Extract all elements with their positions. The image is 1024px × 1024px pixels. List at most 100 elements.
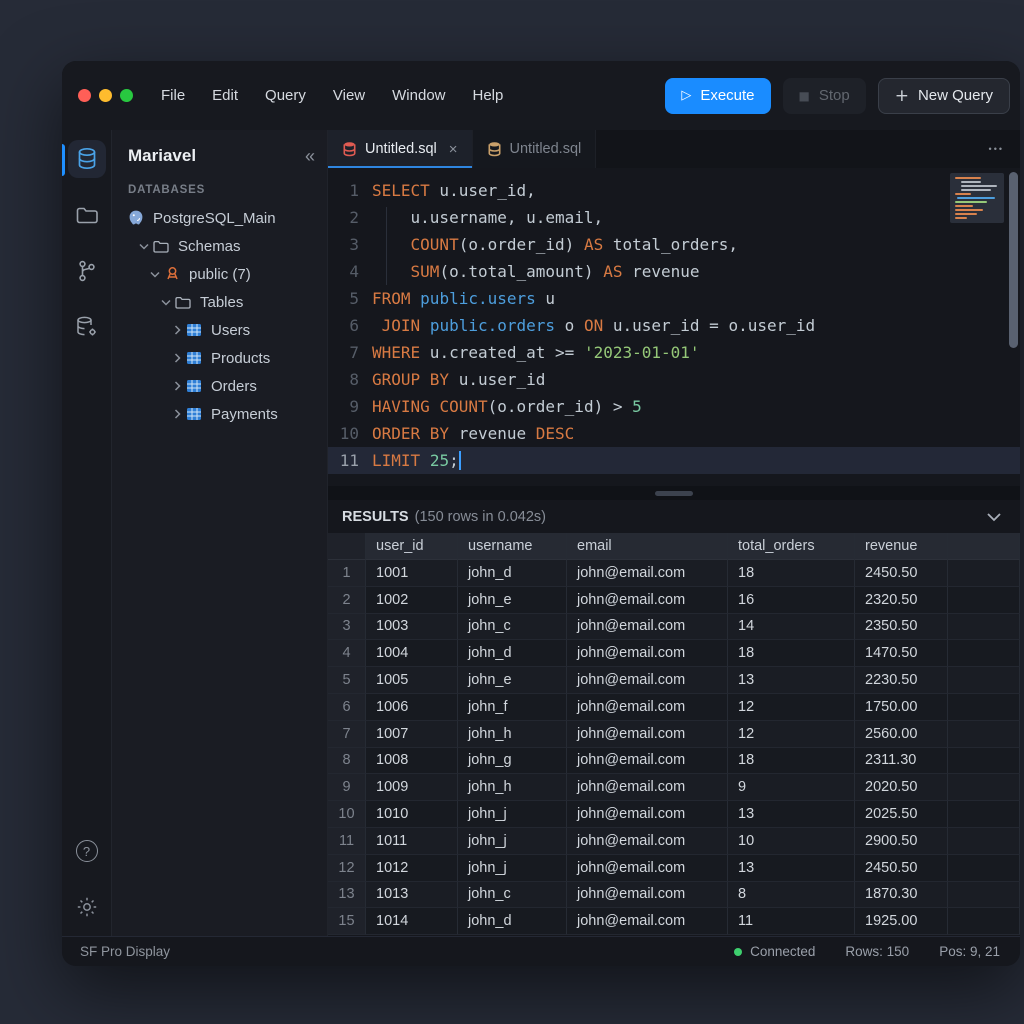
table-cell[interactable]: 1001 bbox=[366, 560, 458, 587]
chevron-right-icon[interactable] bbox=[170, 409, 184, 419]
menu-query[interactable]: Query bbox=[265, 87, 306, 104]
table-cell[interactable]: 1005 bbox=[366, 667, 458, 694]
column-header-user_id[interactable]: user_id bbox=[366, 533, 458, 560]
table-cell[interactable]: 2230.50 bbox=[855, 667, 948, 694]
table-cell[interactable]: 1014 bbox=[366, 908, 458, 935]
table-row[interactable]: 111011john_jjohn@email.com102900.50 bbox=[328, 828, 1020, 855]
table-cell[interactable]: 1008 bbox=[366, 748, 458, 775]
rail-item-branches[interactable] bbox=[68, 252, 106, 290]
table-cell[interactable]: 8 bbox=[728, 882, 855, 909]
table-row[interactable]: 51005john_ejohn@email.com132230.50 bbox=[328, 667, 1020, 694]
table-row[interactable]: 61006john_fjohn@email.com121750.00 bbox=[328, 694, 1020, 721]
code-line-8[interactable]: 8GROUP BY u.user_id bbox=[328, 366, 1020, 393]
table-row[interactable]: 151014john_djohn@email.com111925.00 bbox=[328, 908, 1020, 935]
tab-2[interactable]: Untitled.sql bbox=[473, 130, 597, 168]
code-line-7[interactable]: 7WHERE u.created_at >= '2023-01-01' bbox=[328, 339, 1020, 366]
table-cell[interactable]: john@email.com bbox=[567, 828, 728, 855]
table-cell[interactable]: 2560.00 bbox=[855, 721, 948, 748]
chevron-right-icon[interactable] bbox=[170, 325, 184, 335]
tree-item-tables[interactable]: Tables bbox=[112, 288, 327, 316]
menu-help[interactable]: Help bbox=[473, 87, 504, 104]
table-cell[interactable]: 1870.30 bbox=[855, 882, 948, 909]
chevron-down-icon[interactable] bbox=[159, 299, 173, 306]
minimize-window-button[interactable] bbox=[99, 89, 112, 102]
tab-1[interactable]: Untitled.sql× bbox=[328, 130, 473, 168]
menu-window[interactable]: Window bbox=[392, 87, 445, 104]
table-row[interactable]: 21002john_ejohn@email.com162320.50 bbox=[328, 587, 1020, 614]
table-row[interactable]: 91009john_hjohn@email.com92020.50 bbox=[328, 774, 1020, 801]
table-cell[interactable]: 13 bbox=[728, 667, 855, 694]
table-cell[interactable]: 1013 bbox=[366, 882, 458, 909]
table-cell[interactable]: john@email.com bbox=[567, 774, 728, 801]
code-line-9[interactable]: 9HAVING COUNT(o.order_id) > 5 bbox=[328, 393, 1020, 420]
tree-item-public-7-[interactable]: public (7) bbox=[112, 260, 327, 288]
table-cell[interactable]: 2025.50 bbox=[855, 801, 948, 828]
table-cell[interactable]: 2350.50 bbox=[855, 614, 948, 641]
table-cell[interactable]: 18 bbox=[728, 560, 855, 587]
rail-item-databases[interactable] bbox=[68, 140, 106, 178]
collapse-results-icon[interactable] bbox=[986, 512, 1002, 522]
table-cell[interactable]: john@email.com bbox=[567, 640, 728, 667]
table-cell[interactable]: 12 bbox=[728, 721, 855, 748]
table-cell[interactable]: john@email.com bbox=[567, 667, 728, 694]
table-cell[interactable]: 2020.50 bbox=[855, 774, 948, 801]
table-cell[interactable]: 1003 bbox=[366, 614, 458, 641]
column-header-username[interactable]: username bbox=[458, 533, 567, 560]
table-cell[interactable]: john@email.com bbox=[567, 721, 728, 748]
column-header-email[interactable]: email bbox=[567, 533, 728, 560]
table-cell[interactable]: 1925.00 bbox=[855, 908, 948, 935]
table-cell[interactable]: 1750.00 bbox=[855, 694, 948, 721]
table-cell[interactable]: 14 bbox=[728, 614, 855, 641]
table-cell[interactable]: 1009 bbox=[366, 774, 458, 801]
table-row[interactable]: 121012john_jjohn@email.com132450.50 bbox=[328, 855, 1020, 882]
table-cell[interactable]: john@email.com bbox=[567, 855, 728, 882]
table-cell[interactable]: 1012 bbox=[366, 855, 458, 882]
table-row[interactable]: 71007john_hjohn@email.com122560.00 bbox=[328, 721, 1020, 748]
code-line-5[interactable]: 5FROM public.users u bbox=[328, 285, 1020, 312]
column-header-revenue[interactable]: revenue bbox=[855, 533, 948, 560]
code-line-6[interactable]: 6 JOIN public.orders o ON u.user_id = o.… bbox=[328, 312, 1020, 339]
table-cell[interactable]: john@email.com bbox=[567, 748, 728, 775]
tree-item-postgresql-main[interactable]: PostgreSQL_Main bbox=[112, 204, 327, 232]
rail-item-files[interactable] bbox=[68, 196, 106, 234]
table-cell[interactable]: john_d bbox=[458, 908, 567, 935]
table-cell[interactable]: john_j bbox=[458, 855, 567, 882]
code-line-10[interactable]: 10ORDER BY revenue DESC bbox=[328, 420, 1020, 447]
close-tab-icon[interactable]: × bbox=[449, 141, 458, 158]
table-row[interactable]: 81008john_gjohn@email.com182311.30 bbox=[328, 748, 1020, 775]
tree-item-users[interactable]: Users bbox=[112, 316, 327, 344]
table-cell[interactable]: john@email.com bbox=[567, 587, 728, 614]
splitter-handle[interactable] bbox=[655, 491, 693, 496]
new-query-button[interactable]: + New Query bbox=[878, 78, 1010, 114]
table-cell[interactable]: 18 bbox=[728, 748, 855, 775]
tree-item-orders[interactable]: Orders bbox=[112, 372, 327, 400]
table-cell[interactable]: 1470.50 bbox=[855, 640, 948, 667]
table-cell[interactable]: 18 bbox=[728, 640, 855, 667]
table-cell[interactable]: 2311.30 bbox=[855, 748, 948, 775]
table-cell[interactable]: john_e bbox=[458, 667, 567, 694]
table-cell[interactable]: john_d bbox=[458, 560, 567, 587]
table-cell[interactable]: john_g bbox=[458, 748, 567, 775]
table-cell[interactable]: 2450.50 bbox=[855, 560, 948, 587]
table-cell[interactable]: john@email.com bbox=[567, 908, 728, 935]
table-cell[interactable]: 1011 bbox=[366, 828, 458, 855]
tree-item-payments[interactable]: Payments bbox=[112, 400, 327, 428]
panel-splitter[interactable] bbox=[328, 486, 1020, 500]
table-cell[interactable]: john@email.com bbox=[567, 801, 728, 828]
column-header-total_orders[interactable]: total_orders bbox=[728, 533, 855, 560]
table-cell[interactable]: 1002 bbox=[366, 587, 458, 614]
rail-item-help[interactable]: ? bbox=[68, 832, 106, 870]
chevron-right-icon[interactable] bbox=[170, 353, 184, 363]
table-row[interactable]: 101010john_jjohn@email.com132025.50 bbox=[328, 801, 1020, 828]
menu-view[interactable]: View bbox=[333, 87, 365, 104]
table-cell[interactable]: 11 bbox=[728, 908, 855, 935]
table-cell[interactable]: 16 bbox=[728, 587, 855, 614]
execute-button[interactable]: ▷ Execute bbox=[665, 78, 770, 114]
table-cell[interactable]: john_c bbox=[458, 882, 567, 909]
table-cell[interactable]: 1006 bbox=[366, 694, 458, 721]
table-cell[interactable]: john_h bbox=[458, 774, 567, 801]
stop-button[interactable]: ■ Stop bbox=[783, 78, 866, 114]
collapse-sidebar-icon[interactable]: « bbox=[305, 146, 313, 167]
table-row[interactable]: 41004john_djohn@email.com181470.50 bbox=[328, 640, 1020, 667]
table-cell[interactable]: 1007 bbox=[366, 721, 458, 748]
